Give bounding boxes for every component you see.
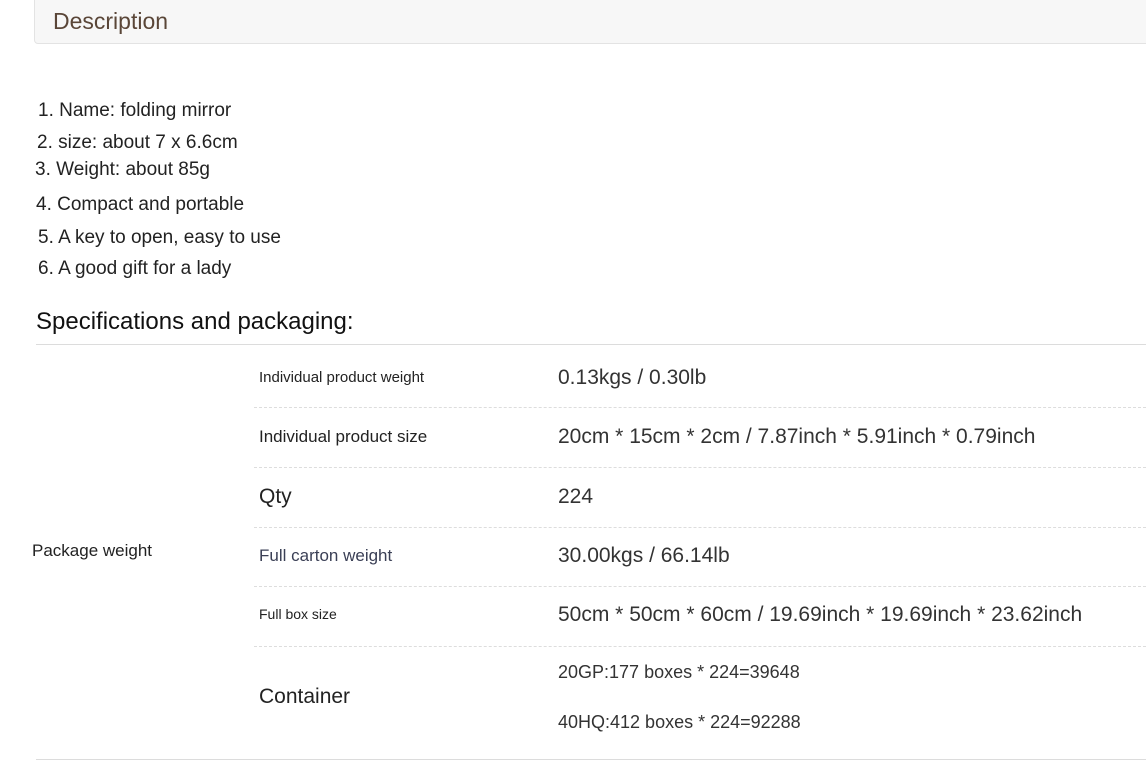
list-item: 2. size: about 7 x 6.6cm bbox=[37, 132, 238, 153]
row-label: Full carton weight bbox=[259, 546, 393, 565]
list-item: 6. A good gift for a lady bbox=[38, 258, 232, 279]
list-item: 3. Weight: about 85g bbox=[35, 159, 210, 180]
row-value: 30.00kgs / 66.14lb bbox=[558, 544, 730, 567]
specs-heading: Specifications and packaging: bbox=[36, 308, 354, 335]
row-value: 40HQ:412 boxes * 224=92288 bbox=[558, 712, 801, 732]
table-top-border bbox=[36, 344, 1146, 345]
list-item: 4. Compact and portable bbox=[36, 194, 245, 215]
row-value: 20cm * 15cm * 2cm / 7.87inch * 5.91inch … bbox=[558, 425, 1036, 448]
row-divider bbox=[254, 586, 1146, 587]
description-header: Description bbox=[34, 0, 1146, 44]
list-item: 1. Name: folding mirror bbox=[38, 100, 232, 121]
list-item: 5. A key to open, easy to use bbox=[38, 227, 281, 248]
row-label: Full box size bbox=[259, 606, 337, 622]
package-weight-label: Package weight bbox=[32, 541, 153, 560]
row-value: 224 bbox=[558, 485, 594, 508]
row-value: 0.13kgs / 0.30lb bbox=[558, 366, 707, 389]
description-title: Description bbox=[53, 8, 169, 34]
row-label: Individual product size bbox=[259, 427, 428, 446]
row-divider bbox=[254, 646, 1146, 647]
row-divider bbox=[254, 467, 1146, 468]
row-divider bbox=[254, 407, 1146, 408]
row-value: 50cm * 50cm * 60cm / 19.69inch * 19.69in… bbox=[558, 603, 1083, 626]
row-label: Individual product weight bbox=[259, 369, 425, 386]
row-label: Container bbox=[259, 685, 351, 708]
row-label: Qty bbox=[259, 485, 292, 508]
row-divider bbox=[254, 527, 1146, 528]
row-value: 20GP:177 boxes * 224=39648 bbox=[558, 662, 800, 682]
